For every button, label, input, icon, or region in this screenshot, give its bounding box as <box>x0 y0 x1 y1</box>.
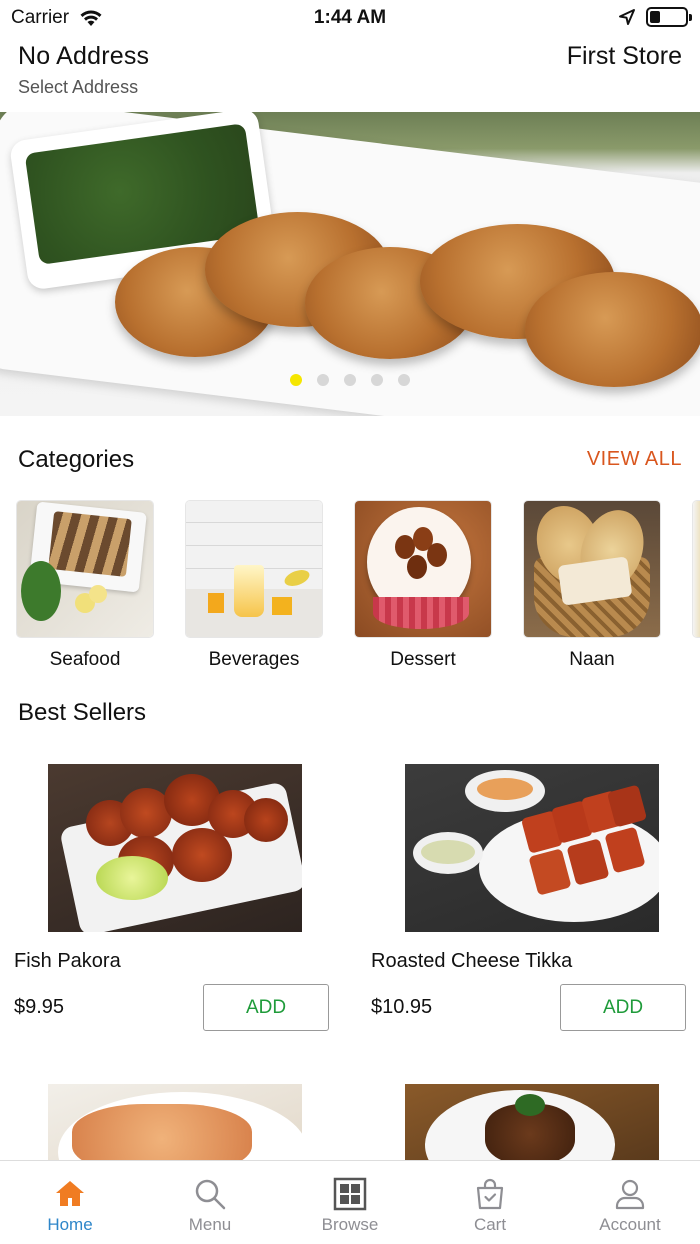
best-sellers-title: Best Sellers <box>18 699 147 726</box>
carousel-dot[interactable] <box>398 374 410 386</box>
category-dessert[interactable]: Dessert <box>355 501 491 671</box>
tab-label: Menu <box>188 1215 232 1234</box>
category-label: Seafood <box>49 649 121 670</box>
carousel-dot[interactable] <box>344 374 356 386</box>
carousel-dots <box>0 374 700 386</box>
search-icon <box>195 1179 226 1210</box>
category-image <box>524 501 660 637</box>
tab-browse[interactable]: Browse <box>280 1161 420 1244</box>
banner-carousel[interactable] <box>0 112 700 416</box>
banner-patty <box>525 272 700 387</box>
product-image <box>405 764 659 932</box>
categories-title: Categories <box>18 446 135 473</box>
tab-label: Account <box>599 1215 661 1234</box>
tab-label: Cart <box>473 1215 507 1234</box>
category-naan[interactable]: Naan <box>524 501 660 671</box>
add-to-cart-button[interactable]: ADD <box>203 984 329 1031</box>
add-to-cart-button[interactable]: ADD <box>560 984 686 1031</box>
grid-icon <box>333 1177 367 1211</box>
product-image-partial[interactable] <box>405 1084 659 1160</box>
product-price: $10.95 <box>371 996 433 1018</box>
battery-icon <box>646 7 692 27</box>
tab-account[interactable]: Account <box>560 1161 700 1244</box>
category-image <box>693 501 700 637</box>
carousel-dot[interactable] <box>290 374 302 386</box>
product-image-partial[interactable] <box>48 1084 302 1160</box>
clock: 1:44 AM <box>313 7 387 28</box>
tab-cart[interactable]: Cart <box>420 1161 560 1244</box>
status-bar: Carrier 1:44 AM <box>0 0 700 36</box>
select-address-link[interactable]: Select Address <box>18 77 138 98</box>
address-title[interactable]: No Address <box>18 42 149 71</box>
category-label: Dessert <box>390 649 456 670</box>
tab-menu[interactable]: Menu <box>140 1161 280 1244</box>
category-label: Beverages <box>208 649 300 670</box>
category-label: Naan <box>569 649 615 670</box>
product-name: Roasted Cheese Tikka <box>371 950 573 972</box>
category-seafood[interactable]: Seafood <box>17 501 153 671</box>
product-name: Fish Pakora <box>14 950 121 972</box>
bag-icon <box>476 1178 504 1210</box>
category-beverages[interactable]: Beverages <box>186 501 322 671</box>
home-icon <box>56 1181 84 1206</box>
product-image <box>48 764 302 932</box>
location-arrow-icon <box>619 9 635 25</box>
category-image <box>186 501 322 637</box>
tab-label: Home <box>47 1215 93 1234</box>
view-all-link[interactable]: VIEW ALL <box>587 448 682 471</box>
store-name[interactable]: First Store <box>567 42 682 71</box>
category-image <box>355 501 491 637</box>
person-icon <box>615 1179 645 1210</box>
category-image <box>17 501 153 637</box>
product-price: $9.95 <box>14 996 65 1018</box>
tab-label: Browse <box>321 1215 379 1234</box>
header: No Address Select Address First Store <box>0 40 700 112</box>
tab-bar: Home Menu Browse Cart Account <box>0 1160 700 1244</box>
category-partial[interactable] <box>693 501 700 637</box>
carousel-dot[interactable] <box>371 374 383 386</box>
tab-home[interactable]: Home <box>0 1161 140 1244</box>
carousel-dot[interactable] <box>317 374 329 386</box>
categories-list: Seafood Beverages Dessert Naan <box>17 501 700 676</box>
